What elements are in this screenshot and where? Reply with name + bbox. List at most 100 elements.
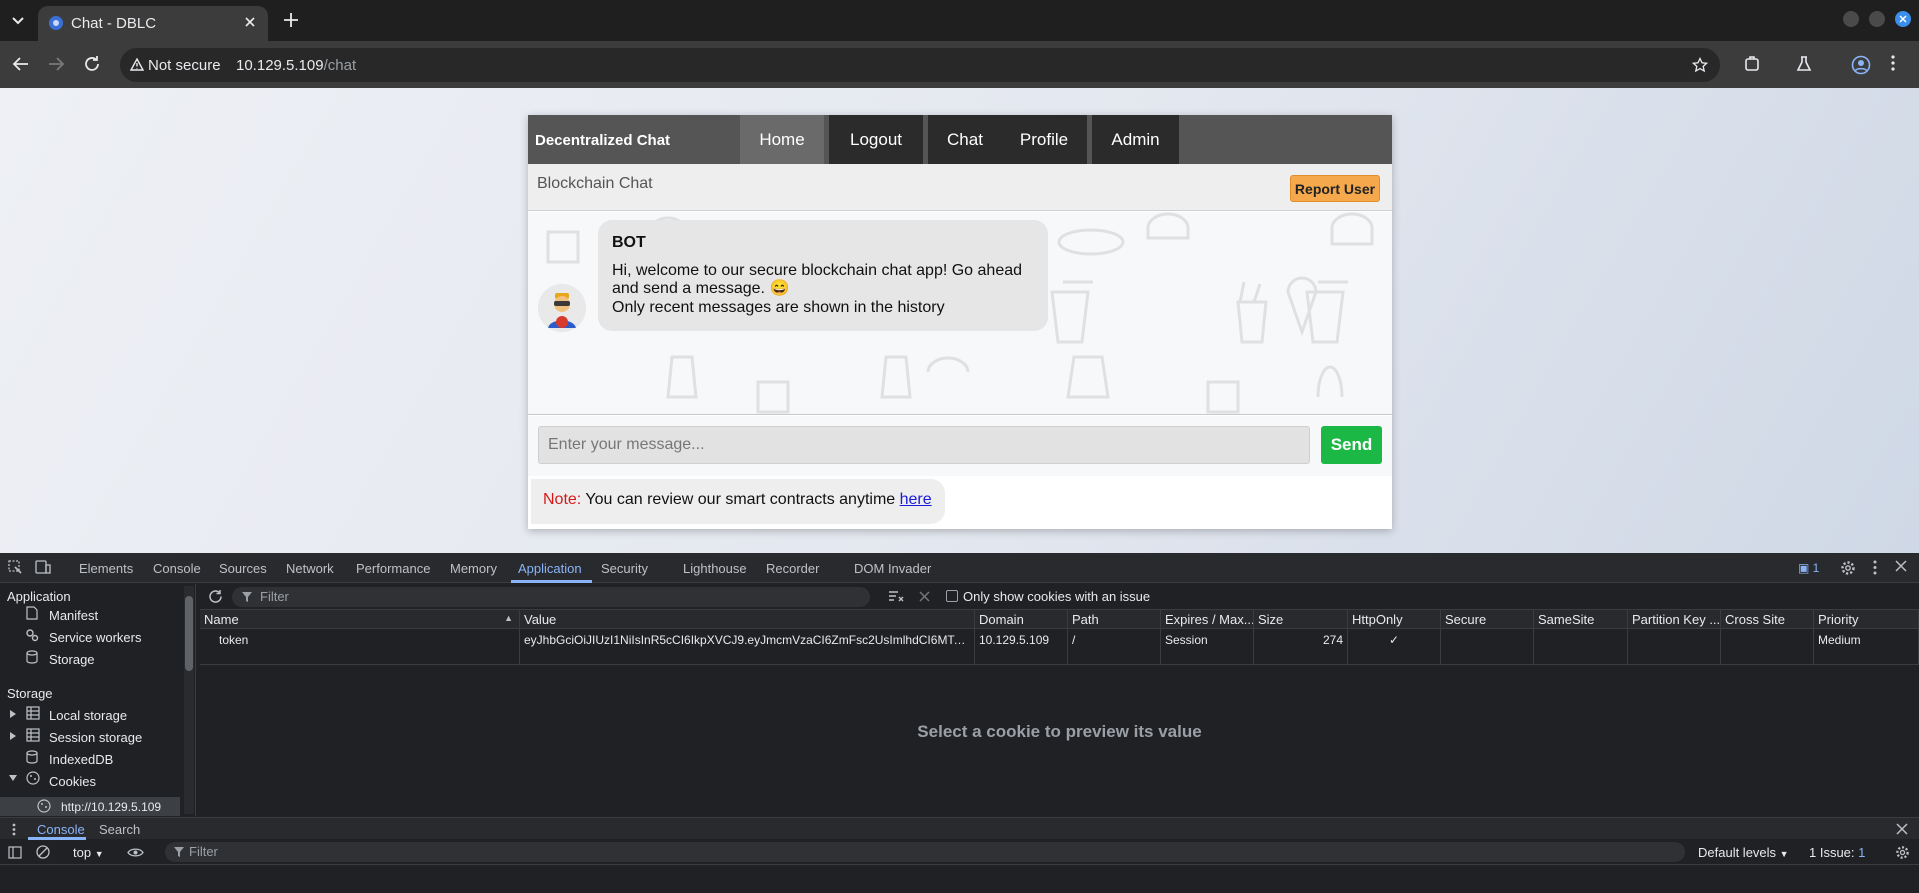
cookie-size[interactable]: 274 <box>1254 629 1348 665</box>
drawer-tab-search[interactable]: Search <box>99 822 140 837</box>
sidebar-item-local-storage[interactable]: Local storage <box>49 708 127 723</box>
cookie-samesite[interactable] <box>1534 629 1628 665</box>
tab-performance[interactable]: Performance <box>356 561 430 576</box>
window-close-button[interactable] <box>1895 11 1911 27</box>
clear-console-icon[interactable] <box>36 845 50 859</box>
profile-avatar-icon[interactable] <box>1851 55 1871 75</box>
close-icon[interactable] <box>1896 823 1908 835</box>
only-issues-checkbox[interactable] <box>946 590 958 602</box>
sidebar-item-manifest[interactable]: Manifest <box>49 608 98 623</box>
security-status[interactable]: Not secure <box>148 57 221 74</box>
lab-flask-icon[interactable] <box>1795 55 1813 73</box>
sidebar-item-cookie-origin[interactable]: http://10.129.5.109 <box>0 797 180 816</box>
minimize-button[interactable] <box>1843 11 1859 27</box>
tab-security[interactable]: Security <box>601 561 648 576</box>
url-text[interactable]: 10.129.5.109/chat <box>236 57 356 74</box>
column-header-size[interactable]: Size <box>1254 610 1348 629</box>
sidebar-item-session-storage[interactable]: Session storage <box>49 730 142 745</box>
tab-memory[interactable]: Memory <box>450 561 497 576</box>
tab-console[interactable]: Console <box>153 561 201 576</box>
column-header-value[interactable]: Value <box>520 610 975 629</box>
message-input[interactable]: Enter your message... <box>538 426 1310 464</box>
bot-avatar <box>538 284 586 332</box>
cookie-path[interactable]: / <box>1068 629 1161 665</box>
inspect-element-icon[interactable] <box>8 560 23 575</box>
console-filter-input[interactable]: Filter <box>165 842 1685 862</box>
cookie-priority[interactable]: Medium <box>1814 629 1919 665</box>
column-header-secure[interactable]: Secure <box>1441 610 1534 629</box>
nav-profile[interactable]: Profile <box>1001 115 1087 164</box>
device-toolbar-icon[interactable] <box>35 560 51 575</box>
drawer-tab-console[interactable]: Console <box>37 822 85 837</box>
extensions-icon[interactable] <box>1743 55 1761 73</box>
column-header-httponly[interactable]: HttpOnly <box>1348 610 1441 629</box>
settings-gear-icon[interactable] <box>1895 845 1910 860</box>
reload-icon[interactable] <box>83 55 101 73</box>
refresh-icon[interactable] <box>208 589 223 604</box>
sidebar-item-cookies[interactable]: Cookies <box>49 774 96 789</box>
column-header-partition-key[interactable]: Partition Key ... <box>1628 610 1721 629</box>
cookie-name[interactable]: token <box>200 629 520 665</box>
clear-filtered-icon[interactable] <box>889 590 904 603</box>
nav-logout[interactable]: Logout <box>829 115 923 164</box>
cookie-filter-input[interactable]: Filter <box>232 587 870 607</box>
kebab-menu-icon[interactable] <box>1873 560 1877 575</box>
column-header-priority[interactable]: Priority <box>1814 610 1919 629</box>
send-button[interactable]: Send <box>1321 426 1382 464</box>
expand-triangle-icon[interactable] <box>10 710 16 718</box>
issues-badge[interactable]: ▣ 1 <box>1798 561 1819 575</box>
maximize-button[interactable] <box>1869 11 1885 27</box>
cookie-partition-key[interactable] <box>1628 629 1721 665</box>
back-arrow-icon[interactable] <box>12 55 30 73</box>
tab-network[interactable]: Network <box>286 561 334 576</box>
drawer-menu-icon[interactable] <box>12 823 16 836</box>
cookie-domain[interactable]: 10.129.5.109 <box>975 629 1068 665</box>
cookie-httponly[interactable]: ✓ <box>1348 629 1441 665</box>
sidebar-scrollbar[interactable] <box>184 586 194 814</box>
log-levels-dropdown[interactable]: Default levels ▼ <box>1698 845 1789 860</box>
tab-search-button[interactable] <box>6 10 30 32</box>
tab-recorder[interactable]: Recorder <box>766 561 819 576</box>
column-header-domain[interactable]: Domain <box>975 610 1068 629</box>
cookie-cross-site[interactable] <box>1721 629 1814 665</box>
brand-title[interactable]: Decentralized Chat <box>535 132 670 149</box>
eye-icon[interactable] <box>127 847 144 858</box>
context-selector[interactable]: top ▼ <box>73 845 104 860</box>
nav-home[interactable]: Home <box>740 115 824 164</box>
contracts-link[interactable]: here <box>900 491 932 508</box>
column-header-samesite[interactable]: SameSite <box>1534 610 1628 629</box>
collapse-triangle-icon[interactable] <box>9 775 17 781</box>
nav-chat[interactable]: Chat <box>928 115 1002 164</box>
forward-arrow-icon[interactable] <box>47 55 65 73</box>
bookmark-star-icon[interactable] <box>1692 57 1708 73</box>
address-bar[interactable]: Not secure 10.129.5.109/chat <box>120 48 1720 82</box>
sidebar-toggle-icon[interactable] <box>8 846 22 859</box>
settings-gear-icon[interactable] <box>1840 560 1856 576</box>
new-tab-plus-icon[interactable] <box>282 11 300 29</box>
cookie-secure[interactable] <box>1441 629 1534 665</box>
cookie-value[interactable]: eyJhbGciOiJIUzI1NiIsInR5cCI6IkpXVCJ9.eyJ… <box>520 629 975 665</box>
scrollbar-thumb[interactable] <box>185 596 193 671</box>
close-icon[interactable] <box>1895 560 1907 572</box>
sidebar-item-storage[interactable]: Storage <box>49 652 95 667</box>
tab-lighthouse[interactable]: Lighthouse <box>683 561 747 576</box>
expand-triangle-icon[interactable] <box>10 732 16 740</box>
column-header-path[interactable]: Path <box>1068 610 1161 629</box>
active-tab[interactable]: Chat - DBLC <box>38 6 268 41</box>
close-icon[interactable] <box>243 15 257 29</box>
nav-admin[interactable]: Admin <box>1092 115 1179 164</box>
report-user-button[interactable]: Report User <box>1290 175 1380 202</box>
column-header-cross-site[interactable]: Cross Site <box>1721 610 1814 629</box>
tab-dom-invader[interactable]: DOM Invader <box>854 561 931 576</box>
tab-application[interactable]: Application <box>518 561 582 576</box>
tab-sources[interactable]: Sources <box>219 561 267 576</box>
column-header-expires[interactable]: Expires / Max... <box>1161 610 1254 629</box>
sidebar-item-service-workers[interactable]: Service workers <box>49 630 141 645</box>
column-header-name[interactable]: Name ▲ <box>200 610 520 629</box>
cookie-expires[interactable]: Session <box>1161 629 1254 665</box>
sidebar-item-indexeddb[interactable]: IndexedDB <box>49 752 113 767</box>
tab-elements[interactable]: Elements <box>79 561 133 576</box>
delete-x-icon[interactable] <box>919 591 930 602</box>
issues-counter[interactable]: 1 Issue: 1 <box>1809 845 1865 860</box>
kebab-menu-icon[interactable] <box>1891 55 1895 71</box>
